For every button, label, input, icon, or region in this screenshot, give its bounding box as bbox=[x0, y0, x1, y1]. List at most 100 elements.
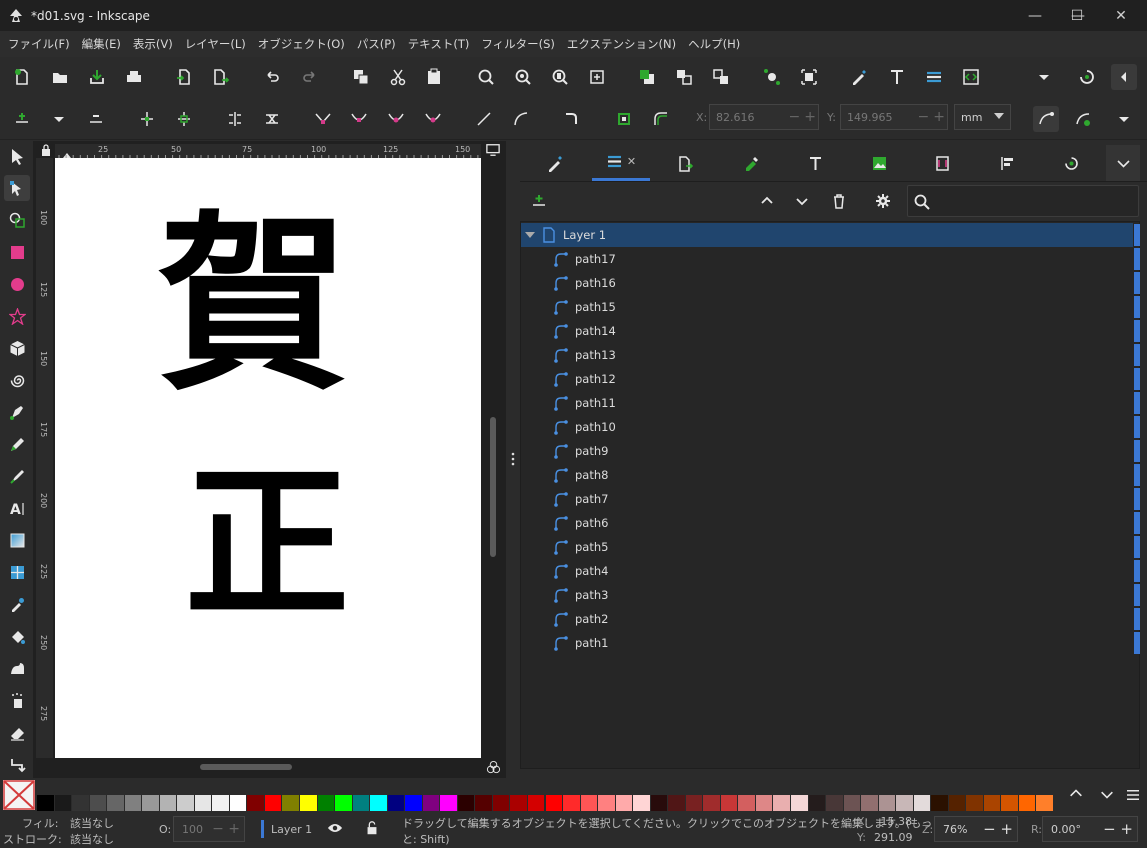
color-swatch[interactable] bbox=[808, 795, 826, 811]
path-row[interactable]: path1 bbox=[521, 631, 1140, 655]
text-tool-icon[interactable]: A bbox=[4, 495, 30, 521]
rectangle-tool-icon[interactable] bbox=[4, 239, 30, 265]
path-row[interactable]: path5 bbox=[521, 535, 1140, 559]
color-swatch[interactable] bbox=[387, 795, 405, 811]
layers-objects-icon[interactable] bbox=[921, 64, 947, 90]
gradient-tool-icon[interactable] bbox=[4, 527, 30, 553]
color-swatch[interactable] bbox=[861, 795, 878, 811]
color-swatch[interactable] bbox=[89, 795, 107, 811]
path-row[interactable]: path11 bbox=[521, 391, 1140, 415]
zoom-selection-icon[interactable] bbox=[473, 64, 499, 90]
fill-stroke-tab-icon[interactable] bbox=[532, 145, 578, 181]
fill-value[interactable]: 該当なし bbox=[70, 815, 114, 831]
eraser-tool-icon[interactable] bbox=[4, 719, 30, 745]
color-swatch[interactable] bbox=[300, 795, 317, 811]
color-swatch[interactable] bbox=[1018, 795, 1036, 811]
color-swatch[interactable] bbox=[896, 795, 913, 811]
document-page[interactable]: 賀 正 bbox=[55, 158, 481, 758]
canvas-vertical-scrollbar[interactable] bbox=[490, 417, 496, 557]
color-swatch[interactable] bbox=[773, 795, 790, 811]
color-swatch[interactable] bbox=[948, 795, 966, 811]
color-swatch[interactable] bbox=[913, 795, 931, 811]
zoom-center-page-icon[interactable] bbox=[584, 64, 610, 90]
align-distribute-tab-icon[interactable] bbox=[984, 145, 1030, 181]
color-swatch[interactable] bbox=[545, 795, 563, 811]
color-swatch[interactable] bbox=[247, 795, 264, 811]
color-swatch[interactable] bbox=[352, 795, 370, 811]
menu-object[interactable]: オブジェクト(O) bbox=[252, 36, 351, 52]
export-icon[interactable] bbox=[208, 64, 234, 90]
spiral-tool-icon[interactable] bbox=[4, 367, 30, 393]
current-layer[interactable]: Layer 1 bbox=[271, 823, 312, 836]
import-icon[interactable] bbox=[171, 64, 197, 90]
delete-node-icon[interactable] bbox=[83, 106, 109, 132]
insert-node-menu-icon[interactable] bbox=[46, 106, 72, 132]
move-down-icon[interactable] bbox=[789, 188, 815, 214]
color-swatch[interactable] bbox=[194, 795, 212, 811]
color-swatch[interactable] bbox=[212, 795, 229, 811]
menu-layer[interactable]: レイヤー(L) bbox=[179, 36, 252, 52]
rotate-field[interactable]: 0.00° − + bbox=[1042, 816, 1138, 842]
spray-tool-icon[interactable] bbox=[4, 687, 30, 713]
join-nodes-icon[interactable] bbox=[134, 106, 160, 132]
calligraphy-glyph[interactable]: 賀 bbox=[153, 190, 353, 420]
path-row[interactable]: path17 bbox=[521, 247, 1140, 271]
delete-icon[interactable] bbox=[826, 188, 852, 214]
calligraphy-glyph[interactable]: 正 bbox=[167, 458, 367, 628]
color-swatch[interactable] bbox=[264, 795, 282, 811]
color-swatch[interactable] bbox=[142, 795, 159, 811]
y-coordinate-field[interactable]: 149.965 − + bbox=[840, 104, 948, 130]
shape-builder-tool-icon[interactable] bbox=[4, 207, 30, 233]
cut-icon[interactable] bbox=[385, 64, 411, 90]
insert-node-icon[interactable] bbox=[9, 106, 35, 132]
color-swatch[interactable] bbox=[405, 795, 422, 811]
color-swatch[interactable] bbox=[229, 795, 247, 811]
display-mode-icon[interactable] bbox=[485, 143, 503, 159]
zoom-field[interactable]: 76% − + bbox=[934, 816, 1018, 842]
dock-splitter-handle[interactable] bbox=[510, 452, 516, 466]
color-swatch[interactable] bbox=[720, 795, 738, 811]
export-tab-icon[interactable] bbox=[662, 145, 708, 181]
color-swatch[interactable] bbox=[878, 795, 896, 811]
color-swatch[interactable] bbox=[755, 795, 773, 811]
controls-overflow-icon[interactable] bbox=[1111, 106, 1137, 132]
palette-menu-icon[interactable] bbox=[1126, 789, 1144, 805]
connector-tool-icon[interactable] bbox=[4, 751, 30, 777]
color-swatch[interactable] bbox=[633, 795, 650, 811]
star-tool-icon[interactable] bbox=[4, 303, 30, 329]
symmetric-node-icon[interactable] bbox=[383, 106, 409, 132]
path-row[interactable]: path16 bbox=[521, 271, 1140, 295]
close-tab-icon[interactable]: ✕ bbox=[627, 155, 636, 168]
path-row[interactable]: path7 bbox=[521, 487, 1140, 511]
print-icon[interactable] bbox=[121, 64, 147, 90]
show-path-outline-icon[interactable] bbox=[1070, 106, 1096, 132]
color-swatch[interactable] bbox=[826, 795, 843, 811]
palette-scroll-up-icon[interactable] bbox=[1068, 786, 1088, 804]
menu-filters[interactable]: フィルター(S) bbox=[475, 36, 561, 52]
path-effects-icon[interactable] bbox=[648, 106, 674, 132]
color-swatch[interactable] bbox=[54, 795, 72, 811]
path-row[interactable]: path4 bbox=[521, 559, 1140, 583]
color-swatch[interactable] bbox=[317, 795, 335, 811]
layer-row[interactable]: Layer 1 bbox=[521, 223, 1140, 247]
canvas-horizontal-scrollbar[interactable] bbox=[200, 764, 292, 770]
smooth-node-icon[interactable] bbox=[346, 106, 372, 132]
menu-edit[interactable]: 編集(E) bbox=[76, 36, 127, 52]
palette-scroll-down-icon[interactable] bbox=[1099, 786, 1119, 804]
color-swatch[interactable] bbox=[527, 795, 545, 811]
dropper-tool-icon[interactable] bbox=[4, 591, 30, 617]
objects-search-input[interactable] bbox=[907, 185, 1139, 217]
text-font-icon[interactable] bbox=[884, 64, 910, 90]
color-swatch[interactable] bbox=[685, 795, 703, 811]
break-path-icon[interactable] bbox=[171, 106, 197, 132]
color-swatch[interactable] bbox=[37, 795, 54, 811]
color-swatch[interactable] bbox=[440, 795, 457, 811]
undo-icon[interactable] bbox=[259, 64, 285, 90]
path-row[interactable]: path15 bbox=[521, 295, 1140, 319]
color-swatch[interactable] bbox=[843, 795, 861, 811]
vertical-ruler[interactable]: 100 125 150 175 200 225 250 275 bbox=[36, 158, 53, 758]
mesh-tool-icon[interactable] bbox=[4, 559, 30, 585]
color-swatch[interactable] bbox=[931, 795, 948, 811]
path-row[interactable]: path12 bbox=[521, 367, 1140, 391]
opacity-field[interactable]: 100 − + bbox=[173, 816, 245, 842]
